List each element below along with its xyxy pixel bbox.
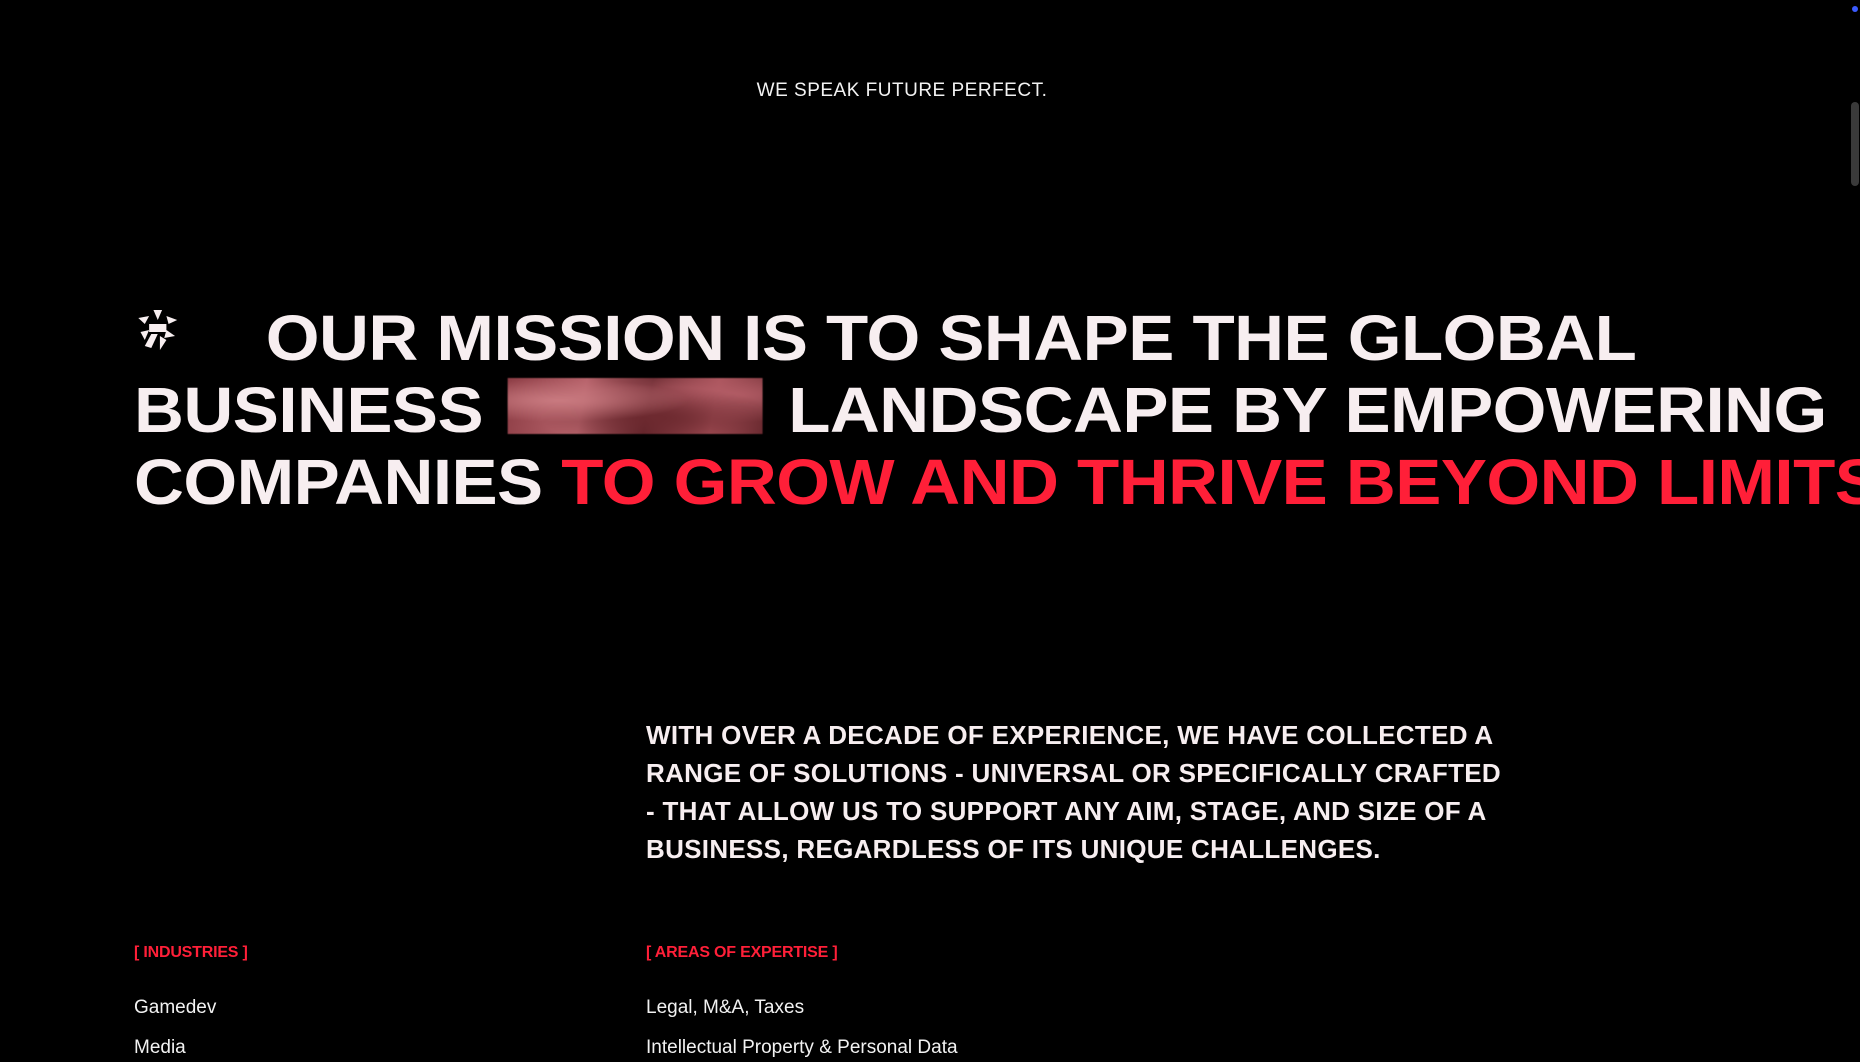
- scrollbar-thumb[interactable]: [1851, 102, 1859, 186]
- inline-texture-image: [508, 378, 764, 434]
- scrollbar[interactable]: [1848, 0, 1860, 1062]
- expertise-item-legal[interactable]: Legal, M&A, Taxes: [646, 988, 958, 1028]
- industries-label: [ INDUSTRIES ]: [134, 944, 248, 961]
- expertise-list: Legal, M&A, Taxes Intellectual Property …: [646, 988, 958, 1062]
- corner-indicator-dot: [1852, 6, 1858, 12]
- asterisk-logo-icon: [134, 294, 182, 350]
- expertise-item-ip[interactable]: Intellectual Property & Personal Data: [646, 1028, 958, 1062]
- experience-statement: WITH OVER A DECADE OF EXPERIENCE, WE HAV…: [646, 720, 1502, 864]
- mission-heading: OUR MISSION IS TO SHAPE THE GLOBAL BUSIN…: [134, 294, 1860, 518]
- expertise-label: [ AREAS OF EXPERTISE ]: [646, 944, 838, 961]
- industry-item-media[interactable]: Media: [134, 1028, 216, 1062]
- page: WE SPEAK FUTURE PERFECT. OUR MISSION IS …: [0, 0, 1860, 1062]
- tagline: WE SPEAK FUTURE PERFECT.: [756, 80, 1048, 101]
- industries-list: Gamedev Media: [134, 988, 216, 1062]
- industry-item-gamedev[interactable]: Gamedev: [134, 988, 216, 1028]
- mission-accent-text: TO GROW AND THRIVE BEYOND LIMITS.: [561, 446, 1860, 518]
